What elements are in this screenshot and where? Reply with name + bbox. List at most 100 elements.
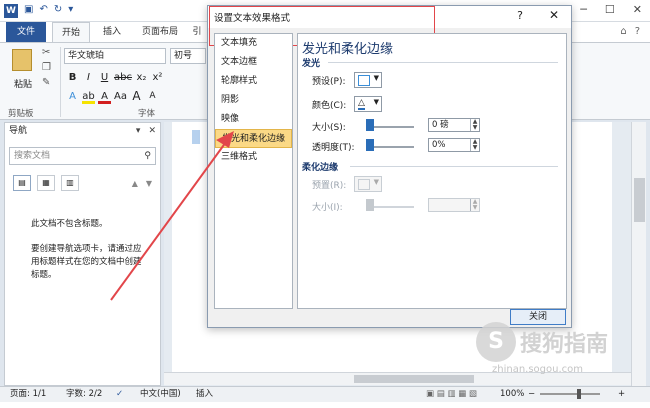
format-painter-icon[interactable]: ✎ [42, 77, 51, 88]
category-list: 文本填充 文本边框 轮廓样式 阴影 映像 发光和柔化边缘 三维格式 [214, 33, 293, 309]
font-format-row: B I U abc x₂ x² [66, 70, 164, 85]
status-words[interactable]: 字数: 2/2 [66, 387, 102, 402]
previous-arrow-icon[interactable]: ▲ [132, 179, 138, 188]
soft-size-slider-knob[interactable] [366, 199, 374, 211]
spin-arrows-icon[interactable]: ▲ ▼ [470, 199, 479, 211]
glow-size-slider-knob[interactable] [366, 119, 374, 131]
copy-icon[interactable]: ❐ [42, 62, 51, 73]
quick-access-toolbar: ▣ ↶ ↻ ▾ [24, 4, 73, 15]
cut-icon[interactable]: ✂ [42, 47, 51, 58]
category-reflection[interactable]: 映像 [215, 110, 292, 129]
category-text-fill[interactable]: 文本填充 [215, 34, 292, 53]
nav-search-input[interactable]: 搜索文档 ⚲ [9, 147, 156, 165]
category-shadow[interactable]: 阴影 [215, 91, 292, 110]
clipboard-group-label: 剪贴板 [8, 109, 34, 119]
soft-size-slider-track[interactable] [368, 206, 414, 208]
save-icon[interactable]: ▣ [24, 4, 33, 15]
glow-transparency-slider-track[interactable] [368, 146, 414, 148]
pages-tab-icon[interactable]: ▦ [37, 175, 55, 191]
word-app-icon[interactable]: W [4, 4, 18, 18]
spin-arrows-icon[interactable]: ▲ ▼ [470, 139, 479, 151]
nav-header: 导航 ▾ ✕ [5, 123, 160, 139]
zoom-slider-knob[interactable] [577, 389, 581, 399]
dialog-close-icon[interactable]: ✕ [549, 8, 559, 22]
soft-size-spinbox[interactable]: ▲ ▼ [428, 198, 480, 212]
glow-size-slider-track[interactable] [368, 126, 414, 128]
status-page[interactable]: 页面: 1/1 [10, 387, 46, 402]
sogou-logo-icon: S [476, 322, 516, 362]
status-language[interactable]: 中文(中国) [140, 387, 181, 402]
glow-transparency-value: 0% [432, 140, 446, 150]
glow-preset-dropdown[interactable]: ▼ [354, 72, 382, 88]
category-outline-style[interactable]: 轮廓样式 [215, 72, 292, 91]
soft-edges-preset-dropdown[interactable]: ▼ [354, 176, 382, 192]
tab-home[interactable]: 开始 [52, 22, 90, 42]
glow-preset-swatch [358, 75, 370, 86]
status-zoom[interactable]: 100% [500, 387, 524, 402]
view-buttons-icon[interactable]: ▣ ▤ ▥ ▦ ▧ [426, 387, 477, 402]
help-icon[interactable]: ? [635, 26, 640, 37]
nav-search-placeholder: 搜索文档 [14, 151, 51, 161]
glow-section-divider [328, 62, 558, 63]
paste-icon [12, 49, 32, 71]
undo-icon[interactable]: ↶ [39, 4, 47, 15]
subscript-button[interactable]: x₂ [135, 70, 148, 85]
window-close-button[interactable]: ✕ [633, 3, 642, 16]
search-icon[interactable]: ⚲ [144, 148, 151, 164]
tab-references-partial[interactable]: 引 [190, 22, 204, 42]
group-divider [60, 47, 61, 117]
zoom-in-button[interactable]: + [618, 387, 625, 402]
strikethrough-button[interactable]: abc [114, 70, 132, 85]
glow-size-spinbox[interactable]: 0 磅 ▲ ▼ [428, 118, 480, 132]
italic-button[interactable]: I [82, 70, 95, 85]
dialog-help-button[interactable]: ? [517, 9, 523, 22]
minimize-button[interactable]: ─ [580, 3, 587, 16]
vertical-scroll-thumb[interactable] [634, 178, 645, 222]
text-selection [192, 130, 200, 144]
tab-file[interactable]: 文件 [6, 22, 46, 42]
change-case-button[interactable]: Aa [114, 89, 127, 104]
chevron-down-icon: ▼ [373, 178, 379, 186]
headings-tab-icon[interactable]: ▤ [13, 175, 31, 191]
proofing-icon[interactable]: ✓ [116, 387, 123, 402]
tab-page-layout[interactable]: 页面布局 [134, 22, 186, 42]
grow-font-button[interactable]: A [130, 89, 143, 104]
nav-menu-icon[interactable]: ▾ [136, 123, 141, 139]
horizontal-scroll-thumb[interactable] [354, 375, 474, 383]
highlight-button[interactable]: ab [82, 89, 95, 104]
text-effect-button[interactable]: A [66, 89, 79, 104]
font-size-select[interactable]: 初号 [170, 48, 206, 64]
results-tab-icon[interactable]: ▥ [61, 175, 79, 191]
bold-button[interactable]: B [66, 70, 79, 85]
category-glow-soft-edges[interactable]: 发光和柔化边缘 [215, 129, 292, 148]
zoom-slider[interactable] [540, 393, 600, 395]
paste-button[interactable]: 粘贴 [6, 47, 40, 99]
glow-transparency-slider-knob[interactable] [366, 139, 374, 151]
glow-transparency-spinbox[interactable]: 0% ▲ ▼ [428, 138, 480, 152]
next-arrow-icon[interactable]: ▼ [146, 179, 152, 188]
zoom-out-button[interactable]: − [528, 387, 535, 402]
glow-color-dropdown[interactable]: △ ▼ [354, 96, 382, 112]
qat-more-icon[interactable]: ▾ [68, 4, 73, 15]
category-text-outline[interactable]: 文本边框 [215, 53, 292, 72]
window-controls: ─ ☐ ✕ [580, 3, 642, 16]
format-text-effects-dialog: 设置文本效果格式 ? ✕ 文本填充 文本边框 轮廓样式 阴影 映像 发光和柔化边… [207, 5, 572, 328]
font-name-select[interactable]: 华文琥珀 [64, 48, 166, 64]
soft-preset-swatch [358, 179, 370, 190]
status-mode[interactable]: 插入 [196, 387, 213, 402]
tab-insert[interactable]: 插入 [96, 22, 128, 42]
spin-arrows-icon[interactable]: ▲ ▼ [470, 119, 479, 131]
clipboard-small-buttons: ✂ ❐ ✎ [42, 47, 51, 88]
paste-label: 粘贴 [14, 80, 33, 90]
underline-button[interactable]: U [98, 70, 111, 85]
nav-hint-text: 要创建导航选项卡，请通过应用标题样式在您的文档中创建标题。 [31, 244, 142, 280]
redo-icon[interactable]: ↻ [54, 4, 62, 15]
nav-close-icon[interactable]: ✕ [148, 123, 156, 139]
shrink-font-button[interactable]: A [146, 89, 159, 104]
collapse-ribbon-icon[interactable]: ⌂ [620, 26, 626, 37]
superscript-button[interactable]: x² [151, 70, 164, 85]
font-color-button[interactable]: A [98, 89, 111, 104]
navigation-pane: 导航 ▾ ✕ 搜索文档 ⚲ ▤ ▦ ▥ ▲ ▼ 此文档不包含标题。 要创建导航选… [4, 122, 161, 386]
category-3d-format[interactable]: 三维格式 [215, 148, 292, 167]
maximize-button[interactable]: ☐ [605, 3, 615, 16]
